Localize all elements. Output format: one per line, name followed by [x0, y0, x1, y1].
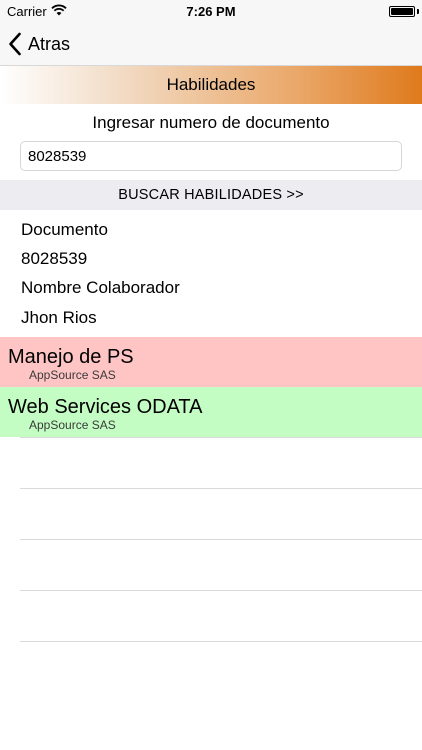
battery-level — [391, 8, 413, 15]
back-label: Atras — [28, 33, 71, 54]
row-separator — [20, 488, 422, 489]
row-separator — [20, 641, 422, 642]
nav-bar: Atras — [0, 22, 422, 66]
employee-name-value: Jhon Rios — [21, 308, 97, 327]
document-value: 8028539 — [21, 249, 88, 268]
skill-subtitle: AppSource SAS — [29, 368, 116, 382]
skill-title: Web Services ODATA — [8, 396, 203, 418]
chevron-left-icon — [9, 32, 21, 56]
back-button[interactable]: Atras — [8, 30, 70, 58]
row-separator — [20, 590, 422, 591]
battery-tip — [417, 9, 419, 14]
skill-title: Manejo de PS — [8, 346, 134, 368]
row-separator — [20, 539, 422, 540]
status-bar: Carrier 7:26 PM — [0, 0, 422, 22]
row-separator — [20, 437, 422, 438]
employee-name-label: Nombre Colaborador — [21, 278, 180, 297]
skill-row[interactable]: Web Services ODATA AppSource SAS — [0, 387, 422, 437]
document-input[interactable] — [20, 141, 402, 171]
skill-subtitle: AppSource SAS — [29, 418, 116, 432]
battery-icon — [389, 6, 415, 17]
section-title: Habilidades — [166, 75, 256, 94]
search-skills-button-label: BUSCAR HABILIDADES >> — [118, 187, 304, 203]
document-label: Documento — [21, 220, 108, 239]
search-skills-button[interactable]: BUSCAR HABILIDADES >> — [0, 180, 422, 210]
section-header: Habilidades — [0, 66, 422, 104]
status-time: 7:26 PM — [186, 4, 236, 19]
document-input-label: Ingresar numero de documento — [92, 113, 330, 132]
skill-row[interactable]: Manejo de PS AppSource SAS — [0, 337, 422, 387]
